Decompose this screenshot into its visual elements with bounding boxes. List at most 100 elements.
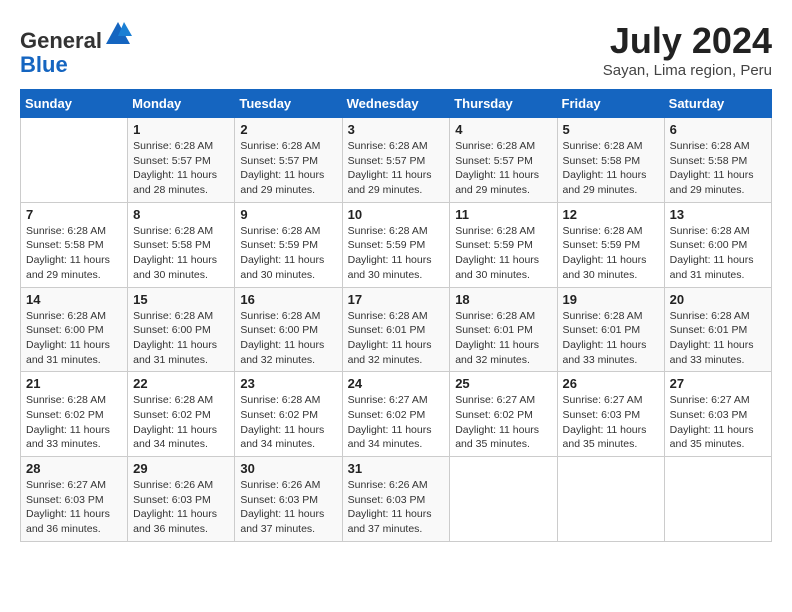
calendar-week-row: 28 Sunrise: 6:27 AM Sunset: 6:03 PM Dayli… xyxy=(21,457,772,542)
calendar-cell: 17 Sunrise: 6:28 AM Sunset: 6:01 PM Dayli… xyxy=(342,287,450,372)
calendar-cell: 14 Sunrise: 6:28 AM Sunset: 6:00 PM Dayli… xyxy=(21,287,128,372)
day-number: 1 xyxy=(133,122,229,137)
day-number: 3 xyxy=(348,122,445,137)
calendar-cell: 3 Sunrise: 6:28 AM Sunset: 5:57 PM Daylig… xyxy=(342,118,450,203)
day-sun-info: Sunrise: 6:28 AM Sunset: 6:01 PM Dayligh… xyxy=(348,309,445,368)
day-sun-info: Sunrise: 6:26 AM Sunset: 6:03 PM Dayligh… xyxy=(348,478,445,537)
day-sun-info: Sunrise: 6:26 AM Sunset: 6:03 PM Dayligh… xyxy=(240,478,336,537)
day-sun-info: Sunrise: 6:28 AM Sunset: 5:59 PM Dayligh… xyxy=(348,224,445,283)
calendar-cell: 30 Sunrise: 6:26 AM Sunset: 6:03 PM Dayli… xyxy=(235,457,342,542)
day-sun-info: Sunrise: 6:28 AM Sunset: 6:02 PM Dayligh… xyxy=(26,393,122,452)
day-sun-info: Sunrise: 6:28 AM Sunset: 6:02 PM Dayligh… xyxy=(240,393,336,452)
day-of-week-header: Wednesday xyxy=(342,90,450,118)
calendar-cell: 13 Sunrise: 6:28 AM Sunset: 6:00 PM Dayli… xyxy=(664,202,771,287)
day-number: 11 xyxy=(455,207,551,222)
day-sun-info: Sunrise: 6:28 AM Sunset: 6:00 PM Dayligh… xyxy=(240,309,336,368)
calendar-cell: 25 Sunrise: 6:27 AM Sunset: 6:02 PM Dayli… xyxy=(450,372,557,457)
day-sun-info: Sunrise: 6:28 AM Sunset: 5:57 PM Dayligh… xyxy=(455,139,551,198)
day-sun-info: Sunrise: 6:28 AM Sunset: 5:57 PM Dayligh… xyxy=(240,139,336,198)
day-number: 12 xyxy=(563,207,659,222)
calendar-cell: 27Sunrise: 6:27 AM Sunset: 6:03 PM Dayli… xyxy=(664,372,771,457)
calendar-cell: 16 Sunrise: 6:28 AM Sunset: 6:00 PM Dayli… xyxy=(235,287,342,372)
day-number: 4 xyxy=(455,122,551,137)
location-subtitle: Sayan, Lima region, Peru xyxy=(603,62,772,79)
logo-blue-text: Blue xyxy=(20,52,68,77)
day-number: 6 xyxy=(670,122,766,137)
calendar-cell: 9Sunrise: 6:28 AM Sunset: 5:59 PM Daylig… xyxy=(235,202,342,287)
day-sun-info: Sunrise: 6:28 AM Sunset: 6:00 PM Dayligh… xyxy=(133,309,229,368)
calendar-cell: 19 Sunrise: 6:28 AM Sunset: 6:01 PM Dayli… xyxy=(557,287,664,372)
day-number: 8 xyxy=(133,207,229,222)
day-number: 10 xyxy=(348,207,445,222)
day-number: 26 xyxy=(563,376,659,391)
day-sun-info: Sunrise: 6:28 AM Sunset: 5:57 PM Dayligh… xyxy=(133,139,229,198)
day-sun-info: Sunrise: 6:28 AM Sunset: 6:02 PM Dayligh… xyxy=(133,393,229,452)
day-number: 15 xyxy=(133,292,229,307)
day-sun-info: Sunrise: 6:27 AM Sunset: 6:03 PM Dayligh… xyxy=(563,393,659,452)
calendar-cell: 26 Sunrise: 6:27 AM Sunset: 6:03 PM Dayli… xyxy=(557,372,664,457)
title-area: July 2024 Sayan, Lima region, Peru xyxy=(603,20,772,79)
calendar-week-row: 7 Sunrise: 6:28 AM Sunset: 5:58 PM Daylig… xyxy=(21,202,772,287)
day-of-week-header: Sunday xyxy=(21,90,128,118)
logo-icon xyxy=(104,20,132,48)
calendar-cell: 10 Sunrise: 6:28 AM Sunset: 5:59 PM Dayli… xyxy=(342,202,450,287)
page-header: General Blue July 2024 Sayan, Lima regio… xyxy=(20,20,772,79)
day-sun-info: Sunrise: 6:28 AM Sunset: 5:59 PM Dayligh… xyxy=(563,224,659,283)
day-number: 16 xyxy=(240,292,336,307)
day-number: 14 xyxy=(26,292,122,307)
day-sun-info: Sunrise: 6:27 AM Sunset: 6:03 PM Dayligh… xyxy=(26,478,122,537)
day-number: 25 xyxy=(455,376,551,391)
day-number: 5 xyxy=(563,122,659,137)
day-of-week-header: Tuesday xyxy=(235,90,342,118)
day-number: 13 xyxy=(670,207,766,222)
calendar-cell xyxy=(450,457,557,542)
day-sun-info: Sunrise: 6:27 AM Sunset: 6:02 PM Dayligh… xyxy=(348,393,445,452)
day-number: 17 xyxy=(348,292,445,307)
calendar-cell: 15 Sunrise: 6:28 AM Sunset: 6:00 PM Dayli… xyxy=(128,287,235,372)
day-number: 22 xyxy=(133,376,229,391)
day-number: 29 xyxy=(133,461,229,476)
calendar-week-row: 21 Sunrise: 6:28 AM Sunset: 6:02 PM Dayli… xyxy=(21,372,772,457)
calendar-cell xyxy=(557,457,664,542)
calendar-cell: 12 Sunrise: 6:28 AM Sunset: 5:59 PM Dayli… xyxy=(557,202,664,287)
day-sun-info: Sunrise: 6:28 AM Sunset: 6:01 PM Dayligh… xyxy=(455,309,551,368)
calendar-cell: 21 Sunrise: 6:28 AM Sunset: 6:02 PM Dayli… xyxy=(21,372,128,457)
calendar-header-row: SundayMondayTuesdayWednesdayThursdayFrid… xyxy=(21,90,772,118)
day-number: 21 xyxy=(26,376,122,391)
day-sun-info: Sunrise: 6:28 AM Sunset: 6:01 PM Dayligh… xyxy=(670,309,766,368)
day-number: 30 xyxy=(240,461,336,476)
calendar-week-row: 14 Sunrise: 6:28 AM Sunset: 6:00 PM Dayli… xyxy=(21,287,772,372)
day-number: 24 xyxy=(348,376,445,391)
day-sun-info: Sunrise: 6:28 AM Sunset: 5:58 PM Dayligh… xyxy=(133,224,229,283)
calendar-cell: 22 Sunrise: 6:28 AM Sunset: 6:02 PM Dayli… xyxy=(128,372,235,457)
calendar-cell: 23 Sunrise: 6:28 AM Sunset: 6:02 PM Dayli… xyxy=(235,372,342,457)
day-sun-info: Sunrise: 6:28 AM Sunset: 5:59 PM Dayligh… xyxy=(240,224,336,283)
calendar-cell: 11Sunrise: 6:28 AM Sunset: 5:59 PM Dayli… xyxy=(450,202,557,287)
day-number: 23 xyxy=(240,376,336,391)
calendar-cell: 8 Sunrise: 6:28 AM Sunset: 5:58 PM Daylig… xyxy=(128,202,235,287)
calendar-table: SundayMondayTuesdayWednesdayThursdayFrid… xyxy=(20,89,772,542)
day-number: 2 xyxy=(240,122,336,137)
day-of-week-header: Saturday xyxy=(664,90,771,118)
month-year-title: July 2024 xyxy=(603,20,772,62)
calendar-cell: 24 Sunrise: 6:27 AM Sunset: 6:02 PM Dayli… xyxy=(342,372,450,457)
day-sun-info: Sunrise: 6:28 AM Sunset: 5:58 PM Dayligh… xyxy=(670,139,766,198)
calendar-cell: 2 Sunrise: 6:28 AM Sunset: 5:57 PM Daylig… xyxy=(235,118,342,203)
day-sun-info: Sunrise: 6:28 AM Sunset: 6:00 PM Dayligh… xyxy=(26,309,122,368)
day-sun-info: Sunrise: 6:28 AM Sunset: 6:01 PM Dayligh… xyxy=(563,309,659,368)
calendar-cell xyxy=(21,118,128,203)
day-number: 28 xyxy=(26,461,122,476)
day-number: 31 xyxy=(348,461,445,476)
day-sun-info: Sunrise: 6:28 AM Sunset: 5:57 PM Dayligh… xyxy=(348,139,445,198)
logo-general-text: General xyxy=(20,28,102,53)
day-sun-info: Sunrise: 6:28 AM Sunset: 6:00 PM Dayligh… xyxy=(670,224,766,283)
day-number: 19 xyxy=(563,292,659,307)
day-number: 7 xyxy=(26,207,122,222)
calendar-cell: 29Sunrise: 6:26 AM Sunset: 6:03 PM Dayli… xyxy=(128,457,235,542)
day-sun-info: Sunrise: 6:27 AM Sunset: 6:02 PM Dayligh… xyxy=(455,393,551,452)
logo: General Blue xyxy=(20,20,132,77)
calendar-body: 1 Sunrise: 6:28 AM Sunset: 5:57 PM Daylig… xyxy=(21,118,772,542)
day-number: 20 xyxy=(670,292,766,307)
calendar-cell: 4 Sunrise: 6:28 AM Sunset: 5:57 PM Daylig… xyxy=(450,118,557,203)
day-number: 18 xyxy=(455,292,551,307)
